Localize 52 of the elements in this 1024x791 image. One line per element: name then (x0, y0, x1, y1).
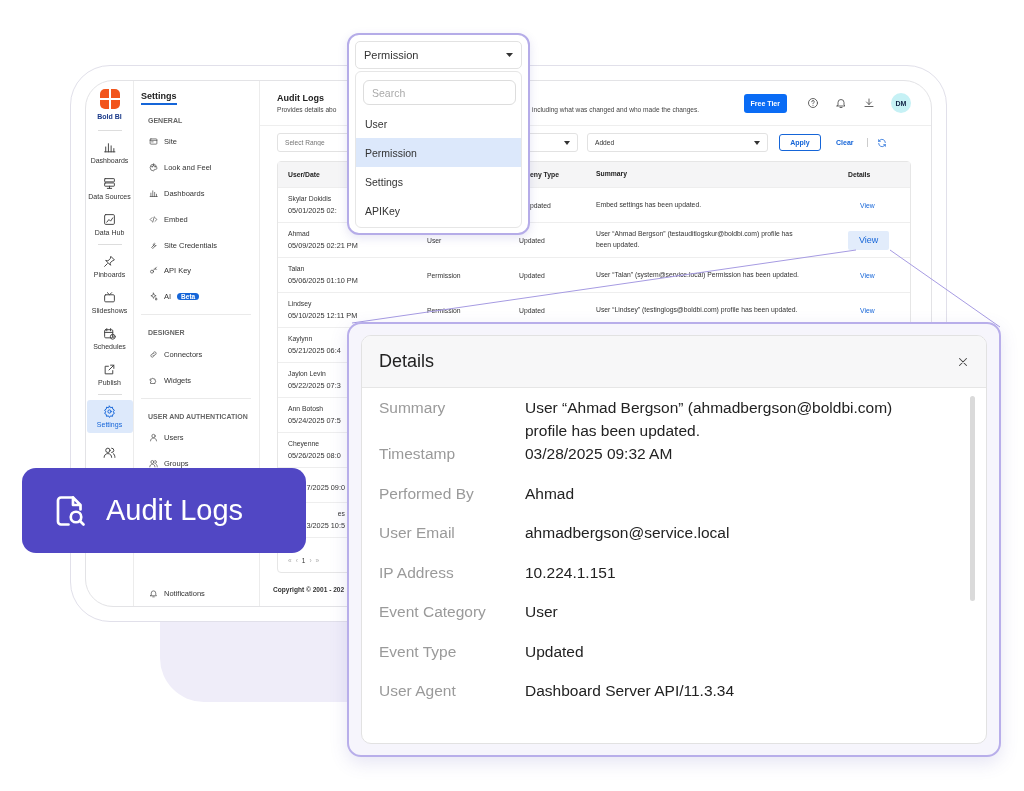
field-value: Ahmad (525, 483, 576, 504)
dialog-title: Details (379, 351, 435, 372)
field-label: Event Category (379, 602, 487, 622)
field-label: Summary (379, 398, 447, 418)
badge-label: Audit Logs (106, 494, 244, 527)
caret-icon (506, 53, 513, 57)
settings-title: Settings (141, 91, 177, 105)
field-value: Dashboard Server API/11.3.34 (525, 681, 736, 701)
pin-icon (103, 255, 116, 268)
bell-icon[interactable] (835, 97, 847, 109)
caret-icon (564, 140, 570, 145)
window-icon (149, 137, 158, 147)
server-icon (103, 177, 116, 190)
bar-chart-icon (149, 188, 158, 198)
field-value: 10.224.1.151 (525, 562, 617, 583)
dropdown-option[interactable]: APIKey (356, 196, 521, 225)
code-icon (149, 214, 158, 224)
search-field[interactable]: Search (363, 80, 516, 105)
refresh-icon[interactable] (876, 137, 887, 148)
field-label: Performed By (379, 483, 475, 504)
view-link[interactable]: View (848, 230, 890, 250)
field-label: Event Type (379, 641, 458, 662)
field-value: ahmadbergson@service.local (525, 523, 731, 543)
users-icon (103, 446, 116, 459)
caret-icon (754, 140, 760, 145)
field-label: User Email (379, 523, 456, 543)
logo-icon (99, 89, 120, 109)
field-value: Updated (525, 641, 585, 662)
key-icon (149, 266, 158, 276)
field-value: User “Ahmad Bergson” (ahmadbergson@boldbi.com) profile has been updated. (525, 398, 894, 441)
tv-icon (103, 291, 116, 304)
dropdown-option[interactable]: Permission (356, 138, 521, 167)
sparkle-icon (149, 292, 158, 302)
field-label: Timestamp (379, 444, 457, 464)
bar-chart-icon (103, 141, 116, 154)
calendar-clock-icon (103, 327, 116, 340)
field-label: IP Address (379, 562, 455, 583)
field-value: 03/28/2025 09:32 AM (525, 444, 674, 464)
scrollbar-thumb[interactable] (970, 396, 975, 601)
settings-icon (103, 405, 116, 418)
download-icon[interactable] (863, 97, 875, 109)
chart-frame-icon (103, 213, 116, 226)
field-value: User (525, 602, 559, 622)
palette-icon (149, 163, 158, 173)
help-icon[interactable] (807, 97, 819, 109)
users-icon (149, 459, 158, 469)
dropdown-option[interactable]: Settings (356, 167, 521, 196)
bell-icon (149, 588, 158, 598)
share-icon (103, 363, 116, 376)
user-icon (149, 433, 158, 443)
field-label: User Agent (379, 681, 457, 701)
category-select[interactable]: Permission (355, 41, 522, 69)
